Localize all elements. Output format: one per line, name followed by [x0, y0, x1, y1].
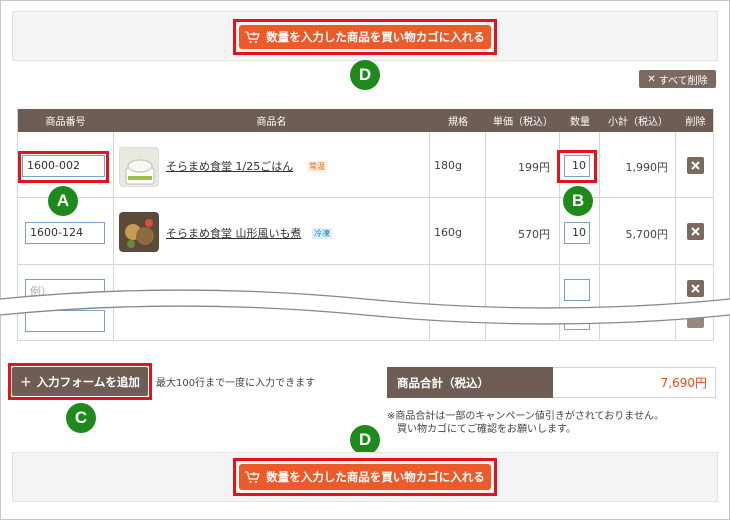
marker-d-bottom: D [350, 425, 380, 455]
row-subtotal: 5,700円 [625, 228, 669, 241]
header-subtotal: 小計（税込） [608, 117, 668, 128]
row-price: 199円 [518, 161, 550, 174]
product-name-link[interactable]: そらまめ食堂 山形風いも煮 [166, 225, 302, 241]
table-header: 商品番号 商品名 規格 単価（税込） 数量 小計（税込） 削除 [18, 109, 713, 132]
row-price: 570円 [518, 228, 550, 241]
marker-b: B [563, 186, 593, 216]
close-icon [691, 227, 700, 236]
product-name-link[interactable]: そらまめ食堂 1/25ごはん [166, 158, 293, 174]
row-spec: 160g [434, 226, 462, 239]
delete-all-button[interactable]: ✕ すべて削除 [639, 70, 716, 88]
delete-row-button[interactable] [687, 157, 704, 174]
product-code-input[interactable]: 1600-124 [25, 222, 105, 244]
product-code-input[interactable]: 1600-002 [22, 155, 105, 177]
header-spec: 規格 [448, 117, 468, 128]
delete-row-button[interactable] [687, 223, 704, 240]
highlight-cart-button-bottom: 数量を入力した商品を買い物カゴに入れる [233, 458, 497, 496]
close-icon [691, 161, 700, 170]
row-subtotal: 1,990円 [625, 161, 669, 174]
cart-plus-icon [245, 470, 260, 483]
quantity-input[interactable]: 10 [564, 222, 590, 244]
add-to-cart-label-bottom: 数量を入力した商品を買い物カゴに入れる [266, 470, 485, 484]
total-label: 商品合計（税込） [387, 367, 553, 398]
header-delete: 削除 [685, 117, 706, 128]
cart-plus-icon [245, 30, 260, 43]
add-to-cart-button-bottom[interactable]: 数量を入力した商品を買い物カゴに入れる [239, 464, 491, 490]
add-input-form-button[interactable]: ＋ 入力フォームを追加 [12, 367, 148, 396]
storage-tag: 常温 [307, 161, 327, 172]
plus-icon: ＋ [20, 374, 32, 389]
quantity-input[interactable]: 10 [564, 155, 590, 177]
add-to-cart-button-top[interactable]: 数量を入力した商品を買い物カゴに入れる [239, 25, 491, 49]
add-input-form-label: 入力フォームを追加 [36, 374, 140, 389]
delete-all-label: すべて削除 [658, 75, 708, 87]
total-value: 7,690円 [553, 367, 716, 398]
header-code: 商品番号 [45, 117, 86, 128]
storage-tag: 冷凍 [312, 228, 332, 239]
header-price: 単価（税込） [493, 117, 553, 128]
disclaimer-line2: 買い物カゴにてご確認をお願いします。 [397, 424, 576, 435]
highlight-cart-button-top: 数量を入力した商品を買い物カゴに入れる [233, 19, 497, 55]
table-cut-wave [0, 289, 730, 325]
close-icon: ✕ [647, 73, 656, 85]
product-thumbnail [119, 212, 159, 252]
add-to-cart-label-top: 数量を入力した商品を買い物カゴに入れる [266, 30, 485, 44]
header-name: 商品名 [256, 117, 287, 128]
marker-c: C [66, 403, 96, 433]
marker-a: A [48, 186, 78, 216]
marker-d-top: D [350, 60, 380, 90]
max-rows-note: 最大100行まで一度に入力できます [156, 378, 316, 389]
header-qty: 数量 [570, 117, 590, 128]
row-spec: 180g [434, 159, 462, 172]
product-thumbnail [119, 147, 159, 187]
